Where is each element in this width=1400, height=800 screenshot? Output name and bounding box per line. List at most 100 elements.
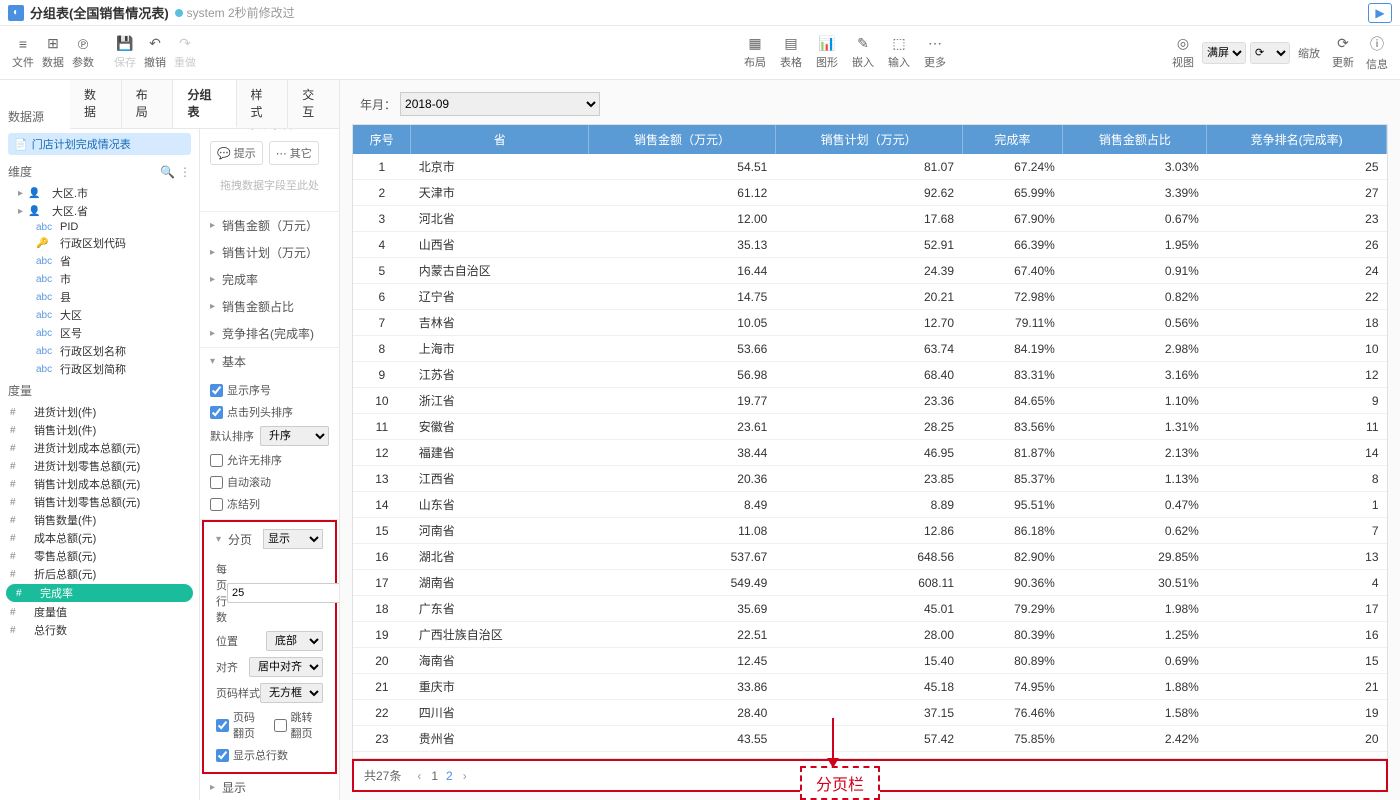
- config-field[interactable]: ▸完成率: [200, 266, 339, 293]
- measure-item[interactable]: #销售计划零售总额(元): [0, 493, 199, 511]
- view-button[interactable]: ◎视图: [1168, 33, 1198, 72]
- input-button[interactable]: ⬚输入: [884, 33, 914, 72]
- undo-button[interactable]: ↶撤销: [140, 33, 170, 72]
- table-row: 7吉林省10.0512.7079.11%0.56%18: [353, 310, 1387, 336]
- pager-total: 共27条: [364, 767, 401, 784]
- show-seq-check[interactable]: [210, 384, 223, 397]
- table-header[interactable]: 完成率: [962, 125, 1063, 154]
- table-header[interactable]: 序号: [353, 125, 411, 154]
- zoom-select[interactable]: ⟳: [1250, 42, 1290, 64]
- table-row: 4山西省35.1352.9166.39%1.95%26: [353, 232, 1387, 258]
- insert-button[interactable]: ✎嵌入: [848, 33, 878, 72]
- layout-button[interactable]: ▦布局: [740, 33, 770, 72]
- dims-menu-icon[interactable]: ⋮: [179, 165, 191, 179]
- tab-1[interactable]: 布局: [122, 80, 174, 128]
- config-field[interactable]: ▸竞争排名(完成率): [200, 320, 339, 347]
- measure-item[interactable]: #总行数: [0, 621, 199, 639]
- table-row: 13江西省20.3623.8585.37%1.13%8: [353, 466, 1387, 492]
- table-row: 22四川省28.4037.1576.46%1.58%19: [353, 700, 1387, 726]
- measure-item[interactable]: #进货计划成本总额(元): [0, 439, 199, 457]
- table-row: 20海南省12.4515.4080.89%0.69%15: [353, 648, 1387, 674]
- jump-flip-check[interactable]: [274, 719, 287, 732]
- dim-item[interactable]: abc市: [0, 270, 199, 288]
- scale-select[interactable]: 满屏: [1202, 42, 1246, 64]
- chart-button[interactable]: 📊图形: [812, 33, 842, 72]
- dims-search-icon[interactable]: 🔍: [160, 165, 175, 179]
- pager-style-select[interactable]: 无方框: [260, 683, 323, 703]
- dim-item[interactable]: ▸👤大区.省: [0, 202, 199, 220]
- show-total-check[interactable]: [216, 749, 229, 762]
- paging-section[interactable]: ▾分页 显示: [206, 524, 333, 554]
- dim-item[interactable]: abc省: [0, 252, 199, 270]
- tip-button[interactable]: 💬提示: [210, 141, 263, 165]
- dim-item[interactable]: abc县: [0, 288, 199, 306]
- pager-align-select[interactable]: 居中对齐: [249, 657, 323, 677]
- other-button[interactable]: ⋯其它: [269, 141, 319, 165]
- save-button[interactable]: 💾保存: [110, 33, 140, 72]
- redo-button[interactable]: ↷重做: [170, 33, 200, 72]
- measure-item[interactable]: #销售计划成本总额(元): [0, 475, 199, 493]
- freeze-col-check[interactable]: [210, 498, 223, 511]
- basic-section[interactable]: ▾基本: [200, 348, 339, 375]
- pager-page[interactable]: 1: [427, 769, 442, 783]
- page-flip-check[interactable]: [216, 719, 229, 732]
- tab-4[interactable]: 交互: [288, 80, 340, 128]
- measure-item[interactable]: #完成率: [6, 584, 193, 602]
- params-button[interactable]: ℗参数: [68, 34, 98, 72]
- table-row: 6辽宁省14.7520.2172.98%0.82%22: [353, 284, 1387, 310]
- click-sort-check[interactable]: [210, 406, 223, 419]
- auto-scroll-check[interactable]: [210, 476, 223, 489]
- dim-item[interactable]: abc行政区划名称: [0, 342, 199, 360]
- dims-head: 维度 🔍 ⋮: [0, 159, 199, 184]
- tables-button[interactable]: ▤表格: [776, 33, 806, 72]
- preview-button[interactable]: ▶: [1368, 3, 1392, 23]
- dim-item[interactable]: ▸👤大区.市: [0, 184, 199, 202]
- allow-unsort-check[interactable]: [210, 454, 223, 467]
- dim-item[interactable]: abc区号: [0, 324, 199, 342]
- tab-3[interactable]: 样式: [237, 80, 289, 128]
- table-header[interactable]: 销售金额（万元）: [589, 125, 776, 154]
- pager-next[interactable]: ›: [457, 769, 473, 783]
- table-row: 19广西壮族自治区22.5128.0080.39%1.25%16: [353, 622, 1387, 648]
- filter-month-select[interactable]: 2018-09: [400, 92, 600, 116]
- refresh-button[interactable]: ⟳更新: [1328, 33, 1358, 72]
- config-field[interactable]: ▸销售计划（万元）: [200, 239, 339, 266]
- dim-item[interactable]: abcPID: [0, 220, 199, 234]
- data-button[interactable]: ⊞数据: [38, 33, 68, 72]
- file-button[interactable]: ≡文件: [8, 34, 38, 72]
- pager-page[interactable]: 2: [442, 769, 457, 783]
- table-container: 序号省销售金额（万元）销售计划（万元）完成率销售金额占比竞争排名(完成率)1北京…: [352, 124, 1388, 759]
- dim-item[interactable]: abc行政区划简称: [0, 360, 199, 378]
- tab-2[interactable]: 分组表: [173, 80, 236, 128]
- table-header[interactable]: 销售计划（万元）: [775, 125, 962, 154]
- config-field[interactable]: ▸销售金额（万元）: [200, 212, 339, 239]
- measure-item[interactable]: #折后总额(元): [0, 565, 199, 583]
- measure-item[interactable]: #零售总额(元): [0, 547, 199, 565]
- tab-0[interactable]: 数据: [70, 80, 122, 128]
- measure-item[interactable]: #进货计划(件): [0, 403, 199, 421]
- config-field[interactable]: ▸销售金额占比: [200, 293, 339, 320]
- measure-item[interactable]: #销售数量(件): [0, 511, 199, 529]
- measure-item[interactable]: #进货计划零售总额(元): [0, 457, 199, 475]
- table-row: 15河南省11.0812.8686.18%0.62%7: [353, 518, 1387, 544]
- table-row: 11安徽省23.6128.2583.56%1.31%11: [353, 414, 1387, 440]
- table-row: 9江苏省56.9868.4083.31%3.16%12: [353, 362, 1387, 388]
- measure-item[interactable]: #度量值: [0, 603, 199, 621]
- display-section[interactable]: ▸显示: [200, 774, 339, 800]
- table-header[interactable]: 竞争排名(完成率): [1207, 125, 1387, 154]
- default-sort-select[interactable]: 升序: [260, 426, 329, 446]
- measure-item[interactable]: #销售计划(件): [0, 421, 199, 439]
- datasource-item[interactable]: 📄门店计划完成情况表: [8, 133, 191, 155]
- rows-per-page-input[interactable]: [227, 583, 340, 603]
- table-header[interactable]: 省: [411, 125, 589, 154]
- measure-item[interactable]: #成本总额(元): [0, 529, 199, 547]
- more-button[interactable]: ⋯更多: [920, 33, 950, 72]
- info-button[interactable]: ⓘ信息: [1362, 32, 1392, 74]
- paging-display-select[interactable]: 显示: [263, 529, 323, 549]
- dim-item[interactable]: 🔑行政区划代码: [0, 234, 199, 252]
- pager-pos-select[interactable]: 底部: [266, 631, 323, 651]
- table-header[interactable]: 销售金额占比: [1063, 125, 1207, 154]
- table-row: 1北京市54.5181.0767.24%3.03%25: [353, 154, 1387, 180]
- dim-item[interactable]: abc大区: [0, 306, 199, 324]
- pager-prev[interactable]: ‹: [411, 769, 427, 783]
